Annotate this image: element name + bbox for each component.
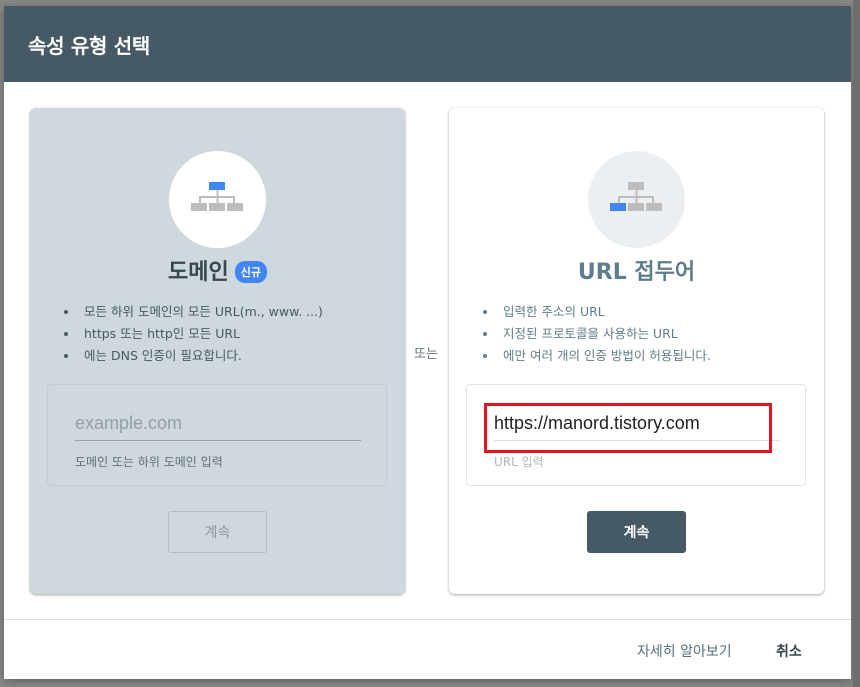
url-input-box: URL 입력 (466, 384, 806, 486)
property-type-dialog: 속성 유형 선택 도메인 신규 모든 하위 도메인의 모든 URL(m., www… (4, 6, 851, 679)
domain-feature-list: 모든 하위 도메인의 모든 URL(m., www. ...) https 또는… (64, 301, 384, 367)
sitemap-icon (191, 182, 243, 211)
cancel-button[interactable]: 취소 (776, 641, 802, 661)
dialog-header: 속성 유형 선택 (4, 6, 851, 82)
url-prefix-card[interactable]: URL 접두어 입력한 주소의 URL 지정된 프로토콜을 사용하는 URL 에… (449, 108, 824, 594)
url-continue-button[interactable]: 계속 (587, 511, 686, 553)
list-item: 입력한 주소의 URL (483, 301, 803, 323)
dialog-title: 속성 유형 선택 (28, 34, 150, 58)
domain-input[interactable] (75, 407, 361, 441)
url-feature-list: 입력한 주소의 URL 지정된 프로토콜을 사용하는 URL 에만 여러 개의 … (483, 301, 803, 367)
list-item: 에는 DNS 인증이 필요합니다. (64, 345, 384, 367)
url-input[interactable] (494, 407, 780, 441)
list-item: 지정된 프로토콜을 사용하는 URL (483, 323, 803, 345)
sitemap-icon (610, 182, 662, 211)
domain-input-box: 도메인 또는 하위 도메인 입력 (47, 384, 387, 486)
domain-card[interactable]: 도메인 신규 모든 하위 도메인의 모든 URL(m., www. ...) ht… (30, 108, 405, 594)
list-item: https 또는 http인 모든 URL (64, 323, 384, 345)
background-edge (853, 0, 860, 687)
domain-title-text: 도메인 (168, 260, 229, 285)
list-item: 모든 하위 도메인의 모든 URL(m., www. ...) (64, 301, 384, 323)
domain-card-title: 도메인 신규 (30, 254, 405, 286)
url-card-title: URL 접두어 (577, 260, 696, 285)
learn-more-button[interactable]: 자세히 알아보기 (637, 641, 732, 661)
new-badge: 신규 (234, 261, 267, 283)
domain-continue-button[interactable]: 계속 (168, 511, 267, 553)
list-item: 에만 여러 개의 인증 방법이 허용됩니다. (483, 345, 803, 367)
domain-input-hint: 도메인 또는 하위 도메인 입력 (75, 455, 223, 469)
footer-divider (4, 619, 851, 620)
url-icon-circle (588, 151, 685, 248)
url-input-hint: URL 입력 (494, 455, 544, 469)
or-label: 또는 (414, 347, 438, 362)
domain-icon-circle (169, 151, 266, 248)
